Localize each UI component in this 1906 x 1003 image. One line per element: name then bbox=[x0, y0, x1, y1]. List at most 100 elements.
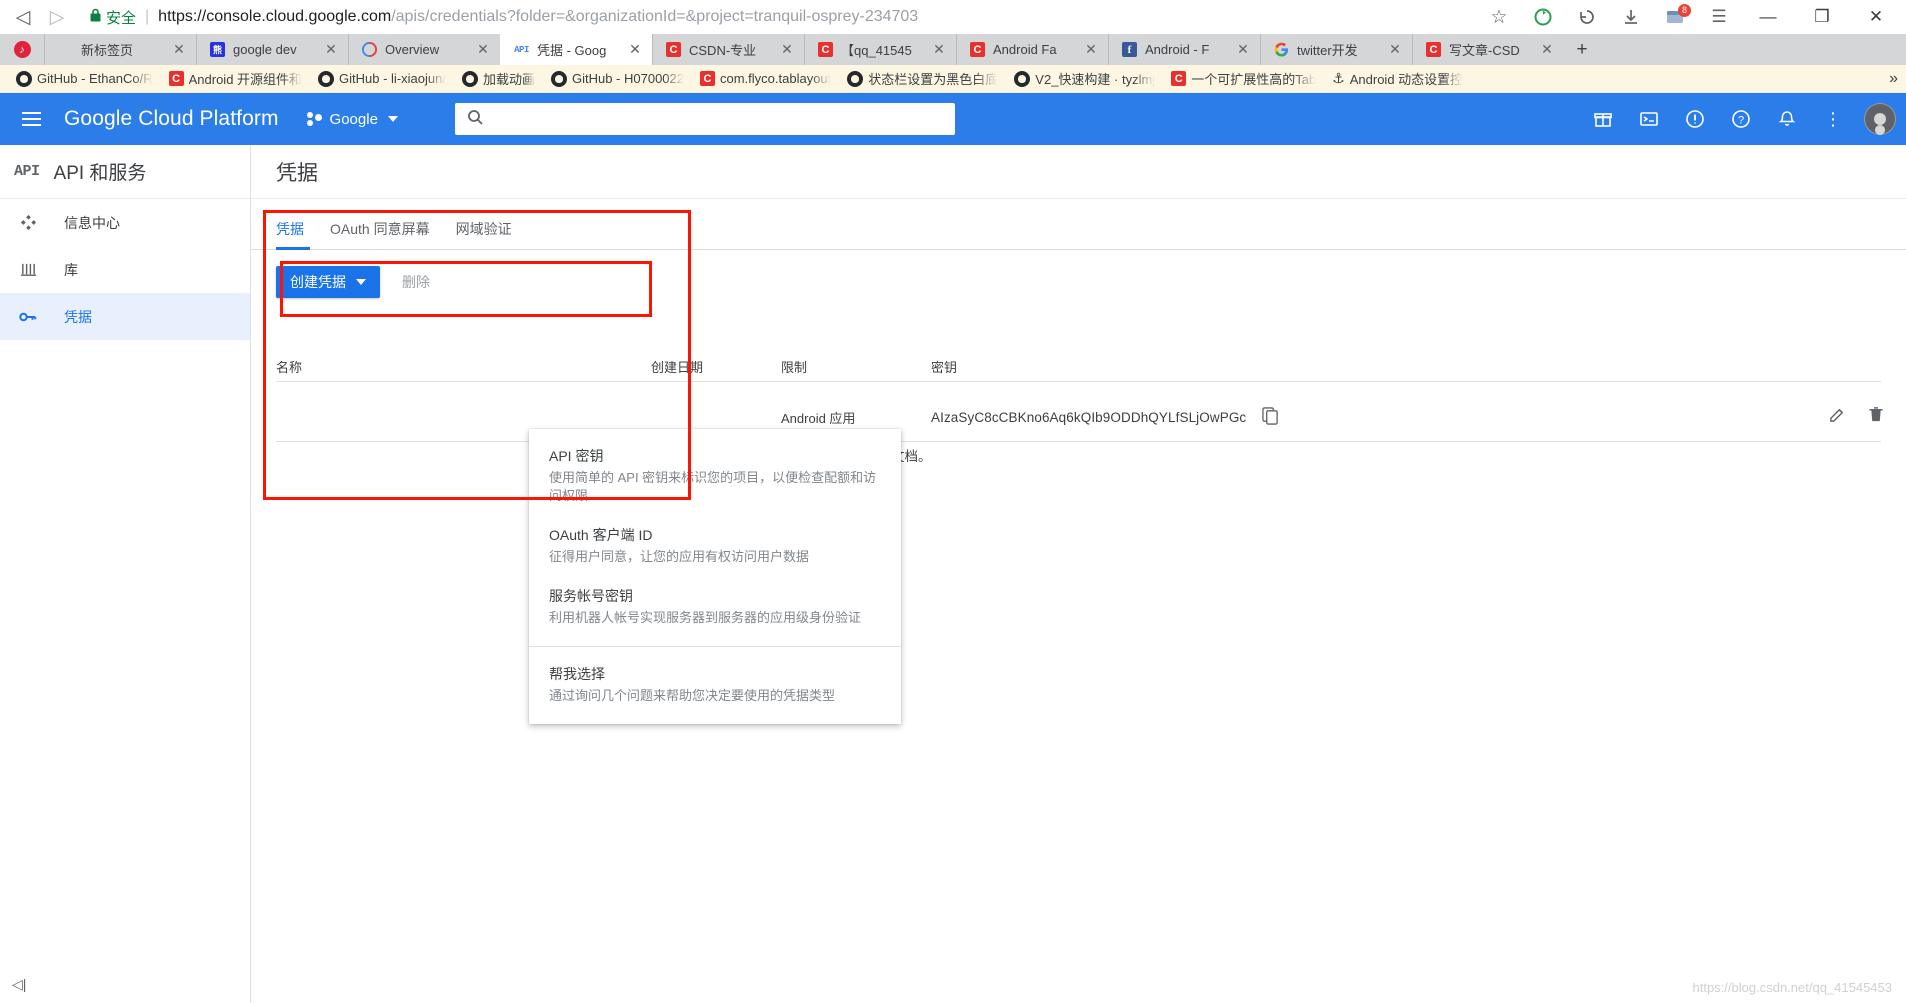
tab-favicon: 熊 bbox=[209, 41, 226, 58]
gcp-search-box[interactable] bbox=[454, 103, 955, 135]
project-scope-picker[interactable]: Google bbox=[306, 111, 398, 128]
menu-item-help-me-choose[interactable]: 帮我选择 通过询问几个问题来帮助您决定要使用的凭据类型 bbox=[529, 655, 901, 716]
browser-tab[interactable]: C 写文章-CSD ✕ bbox=[1412, 34, 1564, 65]
create-credentials-button[interactable]: 创建凭据 bbox=[276, 266, 380, 298]
history-icon[interactable] bbox=[1566, 1, 1608, 33]
address-bar-url[interactable]: https://console.cloud.google.com/apis/cr… bbox=[158, 8, 918, 26]
music-icon: ♪ bbox=[13, 41, 31, 58]
tab-favicon bbox=[57, 41, 74, 58]
column-header-name[interactable]: 名称 bbox=[276, 357, 651, 376]
github-icon bbox=[1014, 70, 1031, 87]
new-tab-button[interactable]: + bbox=[1564, 34, 1600, 65]
column-header-key[interactable]: 密钥 bbox=[931, 357, 1881, 376]
gifts-icon[interactable] bbox=[1582, 98, 1624, 140]
forward-arrow-icon[interactable]: ▷ bbox=[40, 3, 74, 31]
trash-icon[interactable] bbox=[1868, 406, 1884, 428]
tab-close-icon[interactable]: ✕ bbox=[1386, 41, 1404, 59]
tab-close-icon[interactable]: ✕ bbox=[626, 41, 644, 59]
copy-icon[interactable] bbox=[1262, 406, 1279, 428]
delete-button[interactable]: 删除 bbox=[392, 266, 440, 298]
bookmark-item[interactable]: C Android 开源组件和 bbox=[161, 66, 310, 92]
bookmark-item[interactable]: GitHub - li-xiaojun/ bbox=[310, 66, 454, 92]
extension-badge-count: 8 bbox=[1678, 4, 1691, 17]
tab-close-icon[interactable]: ✕ bbox=[1234, 41, 1252, 59]
tab-title: 新标签页 bbox=[81, 43, 134, 58]
tab-close-icon[interactable]: ✕ bbox=[322, 41, 340, 59]
tab-selected-indicator bbox=[276, 247, 310, 250]
bookmark-item[interactable]: GitHub - H0700022 bbox=[543, 66, 692, 92]
bookmark-item[interactable]: C com.flyco.tablayout bbox=[692, 66, 839, 92]
notifications-icon[interactable] bbox=[1766, 98, 1808, 140]
help-icon[interactable]: ? bbox=[1720, 98, 1762, 140]
restore-button[interactable]: ❐ bbox=[1796, 0, 1848, 34]
browser-tab[interactable]: Overview ✕ bbox=[348, 34, 500, 65]
security-indicator[interactable]: 安全 bbox=[90, 7, 136, 28]
download-icon[interactable] bbox=[1610, 1, 1652, 33]
chevron-down-icon bbox=[356, 279, 366, 285]
bookmarks-bar: GitHub - EthanCo/R C Android 开源组件和 GitHu… bbox=[0, 65, 1906, 93]
tab-close-icon[interactable]: ✕ bbox=[170, 41, 188, 59]
api-logo-icon: API bbox=[14, 163, 40, 180]
browser-toolbar-actions: ☆ 8 ☰ ― ❐ ✕ bbox=[1478, 0, 1902, 34]
column-header-restriction[interactable]: 限制 bbox=[781, 357, 931, 376]
bookmark-item[interactable]: GitHub - EthanCo/R bbox=[8, 66, 161, 92]
sidebar-header: API API 和服务 bbox=[0, 145, 250, 199]
feedback-icon[interactable] bbox=[1674, 98, 1716, 140]
browser-toolbar: ◁ ▷ 安全 | https://console.cloud.google.co… bbox=[0, 0, 1906, 34]
table-row[interactable]: Android 应用 AIzaSyC8cCBKno6Aq6kQIb9ODDhQY… bbox=[251, 393, 1906, 441]
tab-favicon-home[interactable]: ♪ bbox=[0, 34, 44, 65]
bookmark-label: 加载动画 bbox=[482, 72, 535, 87]
extension-icon[interactable]: 8 bbox=[1654, 1, 1696, 33]
anchor-icon: ⚓ bbox=[1332, 70, 1345, 86]
column-header-created[interactable]: 创建日期 bbox=[651, 357, 781, 376]
tab-close-icon[interactable]: ✕ bbox=[1082, 41, 1100, 59]
pencil-icon[interactable] bbox=[1829, 406, 1846, 428]
browser-tab[interactable]: C CSDN-专业 ✕ bbox=[652, 34, 804, 65]
browser-tab[interactable]: C Android Fa ✕ bbox=[956, 34, 1108, 65]
bookmark-item[interactable]: 加载动画 bbox=[454, 66, 543, 92]
more-vert-icon[interactable]: ⋮ bbox=[1812, 98, 1854, 140]
tab-domain-verification[interactable]: 网域验证 bbox=[456, 219, 512, 250]
close-button[interactable]: ✕ bbox=[1850, 0, 1902, 34]
lock-icon bbox=[90, 8, 101, 27]
tab-close-icon[interactable]: ✕ bbox=[930, 41, 948, 59]
collapse-sidebar-icon[interactable]: ◁| bbox=[12, 976, 26, 993]
nav-menu-icon[interactable] bbox=[14, 112, 54, 126]
menu-item-service-account-key[interactable]: 服务帐号密钥 利用机器人帐号实现服务器到服务器的应用级身份验证 bbox=[529, 577, 901, 638]
tab-credentials[interactable]: 凭据 bbox=[276, 219, 304, 250]
back-arrow-icon[interactable]: ◁ bbox=[6, 3, 40, 31]
sidebar-item-library[interactable]: 库 bbox=[0, 246, 250, 293]
csdn-icon: C bbox=[168, 71, 184, 86]
menu-item-oauth-client-id[interactable]: OAuth 客户端 ID 征得用户同意，让您的应用有权访问用户数据 bbox=[529, 516, 901, 577]
key-icon bbox=[18, 310, 38, 324]
tab-close-icon[interactable]: ✕ bbox=[1538, 41, 1556, 59]
bookmark-item[interactable]: V2_快速构建 · tyzlmj bbox=[1006, 66, 1163, 92]
browser-tab-active[interactable]: API 凭据 - Goog ✕ bbox=[500, 34, 652, 65]
browser-tab[interactable]: 新标签页 ✕ bbox=[44, 34, 196, 65]
bookmark-star-icon[interactable]: ☆ bbox=[1478, 1, 1520, 33]
browser-tab[interactable]: twitter开发 ✕ bbox=[1260, 34, 1412, 65]
avatar[interactable] bbox=[1864, 103, 1896, 135]
search-input[interactable] bbox=[492, 111, 943, 127]
tab-close-icon[interactable]: ✕ bbox=[778, 41, 796, 59]
menu-icon[interactable]: ☰ bbox=[1698, 1, 1740, 33]
tab-title: Android - F bbox=[1145, 42, 1210, 57]
menu-item-subtitle: 使用简单的 API 密钥来标识您的项目，以便检查配额和访问权限 bbox=[549, 470, 877, 503]
bookmarks-overflow-icon[interactable]: » bbox=[1889, 65, 1898, 93]
menu-item-api-key[interactable]: API 密钥 使用简单的 API 密钥来标识您的项目，以便检查配额和访问权限 bbox=[529, 437, 901, 516]
browser-tab[interactable]: C 【qq_41545 ✕ bbox=[804, 34, 956, 65]
sidebar-item-dashboard[interactable]: 信息中心 bbox=[0, 199, 250, 246]
browser-tab[interactable]: f Android - F ✕ bbox=[1108, 34, 1260, 65]
gcp-product-title[interactable]: Google Cloud Platform bbox=[64, 107, 279, 131]
sidebar-item-credentials[interactable]: 凭据 bbox=[0, 293, 250, 340]
menu-item-subtitle: 征得用户同意，让您的应用有权访问用户数据 bbox=[549, 549, 810, 564]
tab-oauth-consent[interactable]: OAuth 同意屏幕 bbox=[330, 219, 430, 250]
cloud-shell-icon[interactable] bbox=[1628, 98, 1670, 140]
browser-tab[interactable]: 熊 google dev ✕ bbox=[196, 34, 348, 65]
bookmark-item[interactable]: ⚓ Android 动态设置控 bbox=[1324, 66, 1471, 92]
refresh-circle-icon[interactable] bbox=[1522, 1, 1564, 33]
bookmark-item[interactable]: 状态栏设置为黑色白底 bbox=[839, 66, 1006, 92]
minimize-button[interactable]: ― bbox=[1742, 0, 1794, 34]
bookmark-item[interactable]: C 一个可扩展性高的Tab bbox=[1163, 66, 1324, 92]
tab-close-icon[interactable]: ✕ bbox=[474, 41, 492, 59]
